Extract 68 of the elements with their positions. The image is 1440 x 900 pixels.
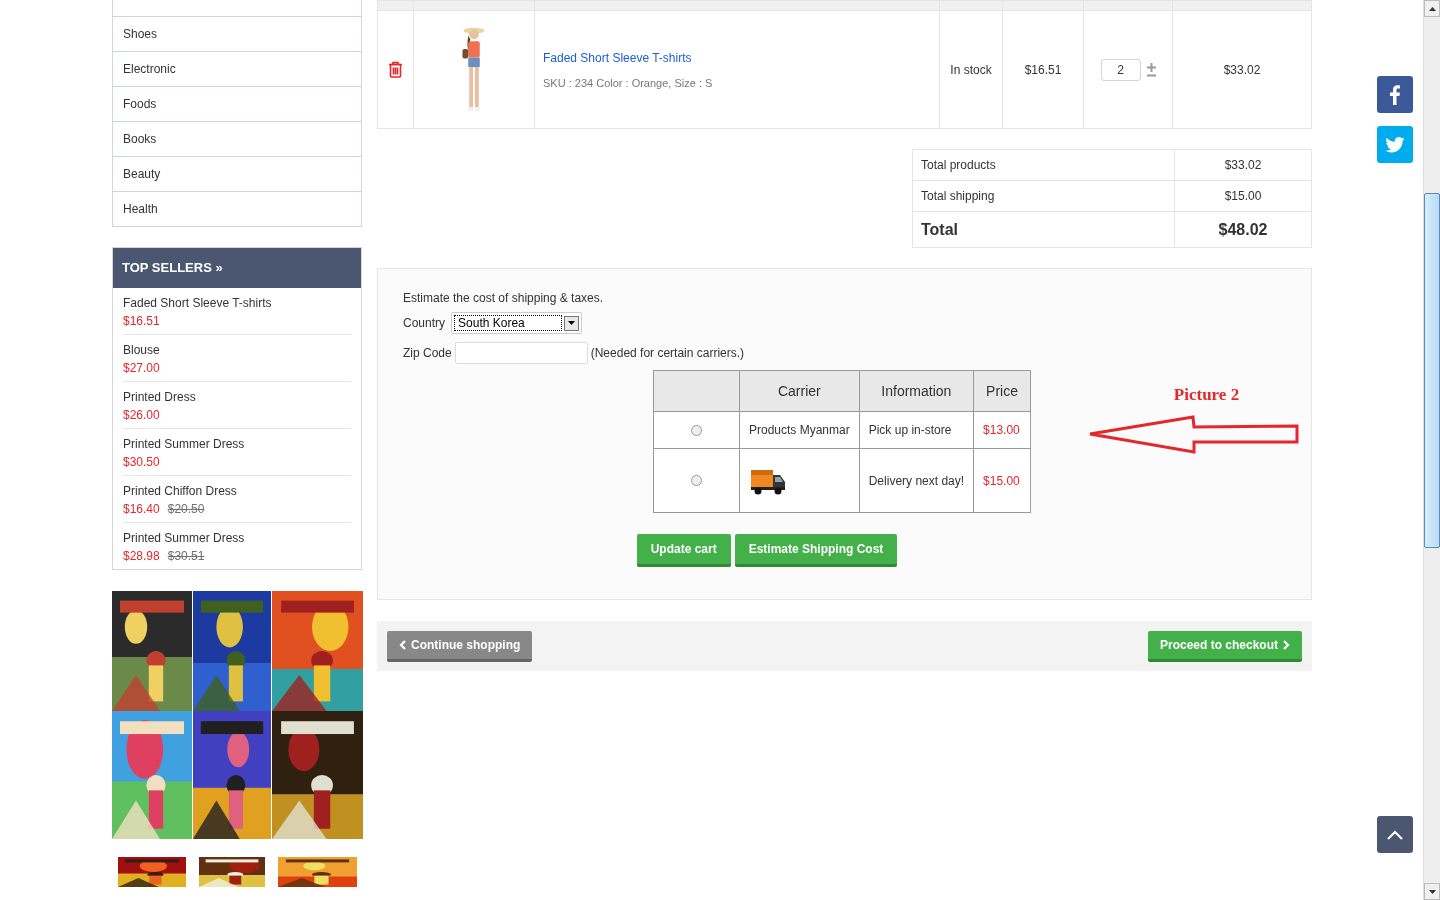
- facebook-button[interactable]: [1377, 76, 1413, 113]
- column-header: Price: [986, 383, 1018, 399]
- top-sellers-heading: TOP SELLERS »: [113, 248, 361, 288]
- line-total: $33.02: [1223, 62, 1261, 77]
- product-link[interactable]: Faded Short Sleeve T-shirts: [543, 50, 692, 65]
- bird-icon: [1385, 136, 1405, 153]
- category-link[interactable]: Health: [113, 192, 361, 226]
- product-link[interactable]: Printed Summer Dress: [123, 437, 245, 451]
- total-label: Total shipping: [921, 189, 995, 203]
- category-link[interactable]: Books: [113, 122, 361, 157]
- category-link[interactable]: Foods: [113, 87, 361, 122]
- availability: In stock: [950, 62, 992, 77]
- back-to-top-button[interactable]: [1377, 816, 1413, 853]
- old-price: $30.51: [167, 549, 205, 563]
- carrier-radio[interactable]: [691, 424, 702, 436]
- triangle-down-icon: [1428, 889, 1436, 894]
- grand-total-label: Total: [921, 220, 959, 238]
- chevron-right-icon: [1283, 639, 1290, 650]
- product-price: $26.00: [123, 408, 160, 422]
- column-header: Carrier: [777, 383, 821, 399]
- old-price: $20.50: [167, 502, 205, 516]
- zip-label: Zip Code: [403, 346, 452, 360]
- grand-total-value: $48.02: [1218, 220, 1268, 238]
- carrier-price: $15.00: [983, 473, 1020, 488]
- carrier-radio[interactable]: [691, 475, 702, 486]
- annotation-label: Picture 2: [1172, 385, 1241, 405]
- product-link[interactable]: Printed Chiffon Dress: [123, 484, 237, 498]
- triangle-up-icon: [1428, 6, 1436, 11]
- product-price: $27.00: [123, 361, 160, 375]
- unit-price: $16.51: [1024, 62, 1062, 77]
- category-link[interactable]: Beauty: [113, 157, 361, 192]
- product-link[interactable]: Printed Summer Dress: [123, 531, 245, 545]
- product-link[interactable]: Blouse: [123, 343, 160, 357]
- category-link[interactable]: Electronic: [113, 52, 361, 87]
- total-value: $15.00: [1224, 189, 1262, 203]
- quantity-field[interactable]: 2: [1100, 58, 1141, 81]
- zip-note: (Needed for certain carriers.): [590, 346, 745, 360]
- product-details: SKU : 234 Color : Orange, Size : S: [543, 76, 714, 89]
- product-link[interactable]: Printed Dress: [123, 390, 196, 404]
- product-price: $28.98: [123, 549, 160, 563]
- plus-icon[interactable]: [1146, 62, 1156, 72]
- minus-icon[interactable]: [1146, 73, 1156, 77]
- total-value: $33.02: [1224, 158, 1262, 172]
- carrier-info: Pick up in-store: [868, 423, 952, 437]
- caret-icon: [568, 321, 576, 325]
- trash-icon[interactable]: [388, 61, 403, 78]
- country-label: Country: [403, 316, 446, 330]
- carrier-price: $13.00: [983, 423, 1020, 437]
- carrier-info: Delivery next day!: [868, 473, 965, 488]
- country-select[interactable]: South Korea: [451, 312, 583, 334]
- scroll-down-button[interactable]: [1424, 883, 1440, 900]
- twitter-button[interactable]: [1377, 126, 1413, 163]
- chevron-left-icon: [399, 639, 406, 650]
- total-label: Total products: [921, 158, 996, 172]
- scroll-up-button[interactable]: [1424, 0, 1440, 17]
- zip-field[interactable]: [454, 342, 588, 364]
- continue-shopping-button[interactable]: Continue shopping: [387, 630, 533, 662]
- facebook-icon: [1390, 84, 1400, 105]
- product-price: $16.51: [123, 314, 160, 328]
- shipping-intro: Estimate the cost of shipping & taxes.: [403, 291, 605, 305]
- product-price: $16.40: [123, 502, 160, 516]
- scrollbar-thumb[interactable]: [1424, 193, 1440, 548]
- chevron-up-icon: [1387, 829, 1403, 840]
- column-header: Information: [881, 383, 952, 399]
- product-link[interactable]: Faded Short Sleeve T-shirts: [123, 296, 272, 310]
- carrier-name: Products Myanmar: [749, 423, 850, 437]
- product-price: $30.50: [123, 455, 160, 469]
- category-link[interactable]: Shoes: [113, 17, 361, 52]
